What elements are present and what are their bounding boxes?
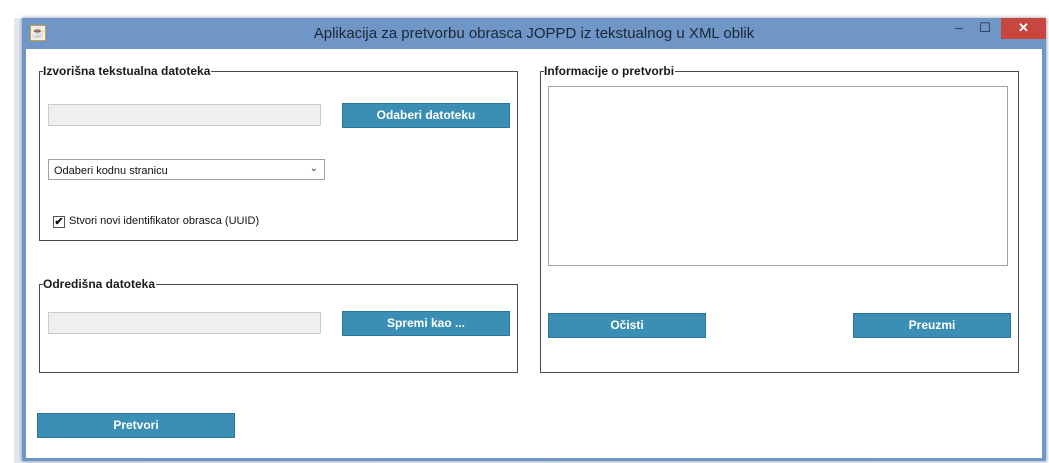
convert-button[interactable]: Pretvori (37, 413, 235, 438)
chevron-down-icon: ⌄ (309, 163, 318, 174)
destination-file-legend: Odredišna datoteka (43, 277, 156, 291)
destination-file-path-field[interactable] (48, 312, 321, 334)
save-as-button[interactable]: Spremi kao ... (342, 311, 510, 336)
conversion-info-legend: Informacije o pretvorbi (544, 64, 675, 78)
maximize-icon[interactable]: ☐ (972, 18, 998, 39)
conversion-info-textarea[interactable] (548, 86, 1008, 266)
source-file-path-field[interactable] (48, 104, 321, 126)
app-window: ☕ Aplikacija za pretvorbu obrasca JOPPD … (22, 18, 1046, 461)
download-button[interactable]: Preuzmi (853, 313, 1011, 338)
clear-button[interactable]: Očisti (548, 313, 706, 338)
codepage-select[interactable]: Odaberi kodnu stranicu ⌄ (48, 159, 325, 180)
source-file-legend: Izvorišna tekstualna datoteka (43, 64, 211, 78)
minimize-icon[interactable]: – (946, 18, 972, 39)
uuid-checkbox-label: Stvori novi identifikator obrasca (UUID) (69, 215, 260, 227)
choose-file-button[interactable]: Odaberi datoteku (342, 103, 510, 128)
codepage-select-value: Odaberi kodnu stranicu (54, 165, 168, 177)
close-icon[interactable]: ✕ (1001, 18, 1046, 39)
uuid-checkbox[interactable]: ✔ (53, 216, 65, 228)
window-title: Aplikacija za pretvorbu obrasca JOPPD iz… (313, 25, 755, 42)
title-bar[interactable]: ☕ Aplikacija za pretvorbu obrasca JOPPD … (22, 18, 1046, 49)
client-area: Izvorišna tekstualna datoteka Odaberi da… (26, 49, 1042, 458)
